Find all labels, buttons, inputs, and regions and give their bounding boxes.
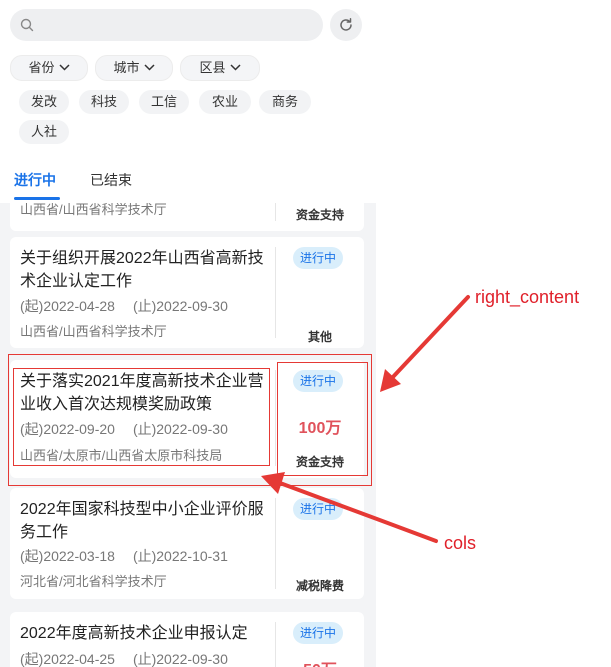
list-item[interactable]: 山西省/山西省科学技术厅 资金支持 — [10, 203, 364, 231]
card-start-date: (起)2022-03-18 — [20, 548, 115, 564]
mobile-screen: 省份 城市 区县 发改 科技 工信 农业 商务 人社 进行中 已结束 山西省/山… — [0, 0, 376, 667]
search-icon — [20, 18, 34, 32]
tag-chip[interactable]: 农业 — [199, 90, 251, 114]
chevron-down-icon — [58, 64, 70, 71]
card-title: 2022年度高新技术企业申报认定 — [20, 625, 248, 642]
province-select[interactable]: 省份 — [10, 55, 88, 81]
arrow-right-content — [390, 295, 470, 380]
arrow-head-right-content — [380, 369, 401, 392]
card-start-date: (起)2022-04-28 — [20, 298, 115, 314]
annotation-label-right-content: right_content — [475, 287, 580, 307]
refresh-icon — [340, 18, 352, 31]
city-select-label: 城市 — [113, 60, 140, 75]
annotation-cols-box — [13, 368, 270, 466]
filter-header: 省份 城市 区县 发改 科技 工信 农业 商务 人社 进行中 已结束 — [0, 0, 376, 203]
card-end-date: (止)2022-10-31 — [132, 548, 228, 564]
tab-ongoing[interactable]: 进行中 — [14, 170, 56, 190]
district-select[interactable]: 区县 — [180, 55, 260, 81]
list-item[interactable]: 2022年国家科技型中小企业评价服务工作 (起)2022-03-18 (止)202… — [10, 488, 364, 599]
tag-chip[interactable]: 商务 — [259, 90, 311, 114]
list-item[interactable]: 2022年度高新技术企业申报认定 (起)2022-04-25 (止)2022-09… — [10, 612, 364, 667]
status-badge: 进行中 — [293, 247, 343, 269]
card-start-date: (起)2022-04-25 — [20, 651, 115, 667]
card-dates: (起)2022-04-25 (止)2022-09-30 — [20, 649, 228, 667]
card-amount: 50万 — [276, 656, 364, 667]
card-org: 山西省/山西省科学技术厅 — [20, 203, 167, 217]
card-category: 资金支持 — [295, 208, 344, 222]
tag-chip[interactable]: 科技 — [79, 90, 129, 114]
tag-chip[interactable]: 发改 — [19, 90, 69, 114]
card-title: 2022年国家科技型中小企业评价服务工作 — [20, 501, 264, 541]
tag-chip[interactable]: 人社 — [19, 120, 69, 144]
status-badge: 进行中 — [293, 622, 343, 644]
card-title: 关于组织开展2022年山西省高新技术企业认定工作 — [20, 250, 264, 290]
card-dates: (起)2022-04-28 (止)2022-09-30 — [20, 296, 228, 316]
status-badge: 进行中 — [293, 498, 343, 520]
search-input[interactable] — [10, 9, 323, 41]
tab-ended[interactable]: 已结束 — [90, 170, 132, 190]
annotation-label-cols: cols — [444, 533, 477, 553]
card-end-date: (止)2022-09-30 — [132, 651, 228, 667]
card-category: 其他 — [307, 330, 332, 344]
card-dates: (起)2022-03-18 (止)2022-10-31 — [20, 546, 228, 566]
card-org: 山西省/山西省科学技术厅 — [20, 324, 167, 339]
tag-chip[interactable]: 工信 — [139, 90, 189, 114]
district-select-label: 区县 — [199, 60, 226, 75]
card-end-date: (止)2022-09-30 — [132, 298, 228, 314]
divider — [275, 498, 276, 589]
chevron-down-icon — [143, 64, 155, 71]
card-org: 河北省/河北省科学技术厅 — [20, 574, 167, 589]
divider — [275, 247, 276, 338]
active-tab-indicator — [14, 197, 60, 200]
list-item[interactable]: 关于组织开展2022年山西省高新技术企业认定工作 (起)2022-04-28 (止… — [10, 237, 364, 348]
card-category: 减税降费 — [295, 579, 344, 593]
annotation-right-content-box — [277, 362, 368, 476]
refresh-button[interactable] — [330, 9, 362, 41]
province-select-label: 省份 — [28, 60, 55, 75]
city-select[interactable]: 城市 — [95, 55, 173, 81]
chevron-down-icon — [229, 64, 241, 71]
